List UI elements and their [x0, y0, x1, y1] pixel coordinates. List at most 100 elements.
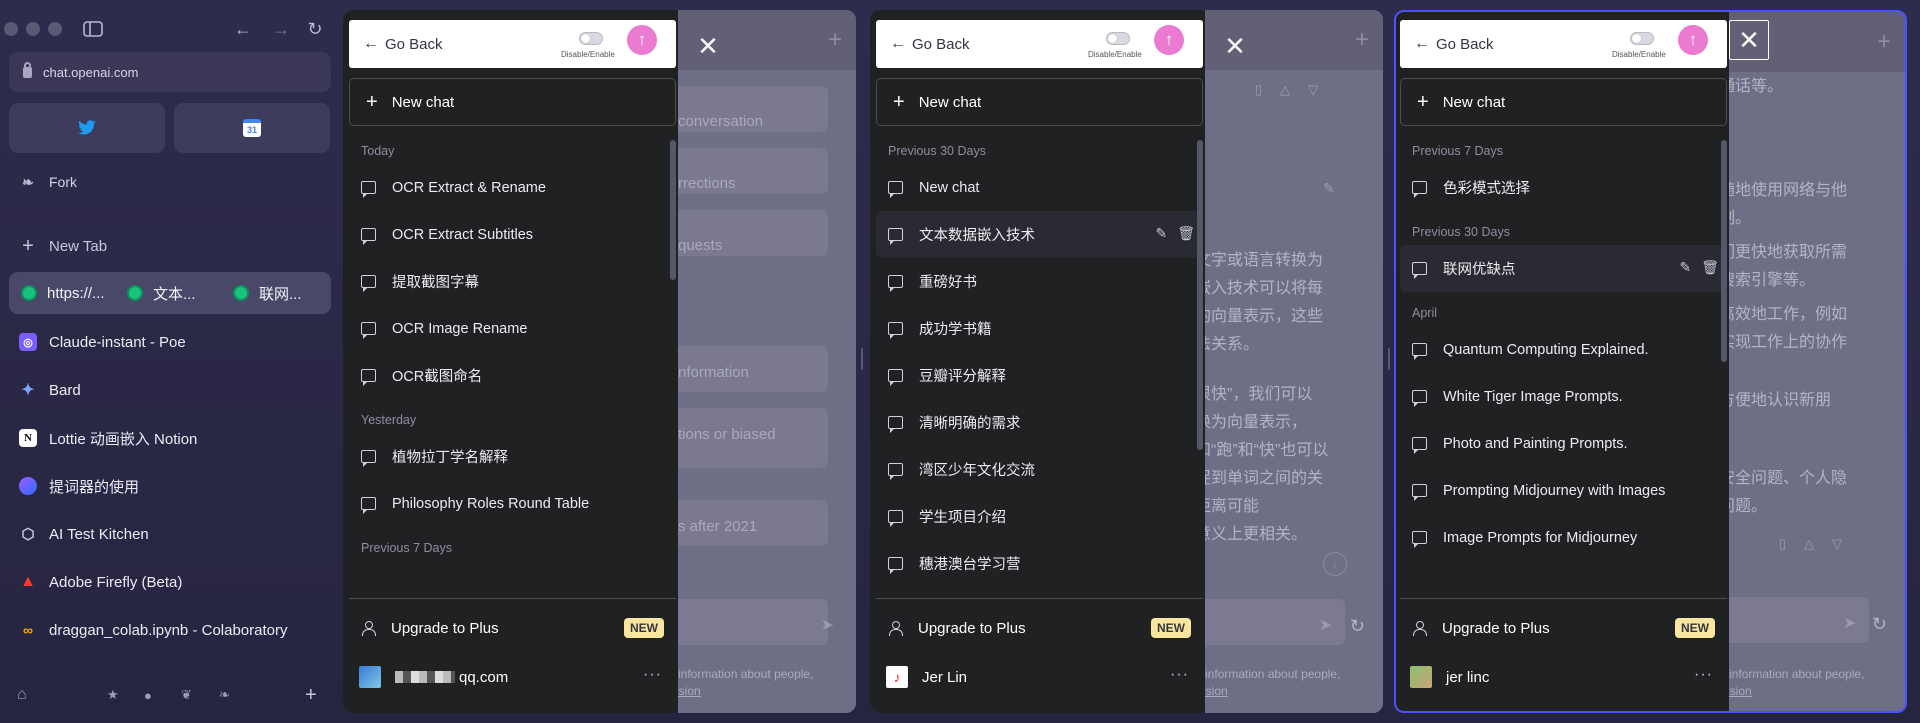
regenerate-icon[interactable]: ↻: [1872, 614, 1887, 635]
tab-draggan-colab[interactable]: ∞ draggan_colab.ipynb - Colaboratory: [9, 610, 331, 650]
send-icon[interactable]: ➤: [1319, 615, 1332, 635]
user-menu[interactable]: qq.com ···: [349, 654, 676, 700]
favorite-twitter[interactable]: [9, 103, 165, 153]
star-icon[interactable]: ★: [107, 687, 119, 703]
new-chat-button[interactable]: + New chat: [876, 78, 1203, 126]
fork-item[interactable]: ❧ Fork: [9, 162, 331, 202]
zoom-window-button[interactable]: [48, 22, 62, 36]
scroll-down-icon[interactable]: ↓: [1323, 552, 1347, 576]
reload-icon[interactable]: ↻: [302, 16, 328, 42]
extension-icon[interactable]: ↑: [1154, 25, 1184, 55]
conversation-item[interactable]: 成功学书籍: [876, 305, 1203, 352]
bg-text: e information about people,: [1195, 667, 1341, 681]
more-icon[interactable]: ···: [643, 666, 662, 684]
message-input[interactable]: [668, 599, 828, 645]
space-icon[interactable]: ●: [144, 688, 152, 703]
tab-prompter[interactable]: 提词器的使用: [9, 466, 331, 506]
new-tab-button[interactable]: + New Tab: [9, 226, 331, 266]
url-bar[interactable]: chat.openai.com: [9, 52, 331, 92]
conversation-item[interactable]: 学生项目介绍: [876, 493, 1203, 540]
edit-icon[interactable]: ✎: [1155, 225, 1167, 242]
conversation-item[interactable]: 穗港澳台学习营: [876, 540, 1203, 587]
close-icon[interactable]: ✕: [688, 26, 728, 66]
enable-toggle[interactable]: [1106, 32, 1130, 45]
more-icon[interactable]: ···: [1694, 666, 1713, 684]
extension-icon[interactable]: ↑: [627, 25, 657, 55]
more-icon[interactable]: ···: [1170, 666, 1189, 684]
edit-icon[interactable]: ✎: [1679, 259, 1691, 276]
scrollbar[interactable]: [1721, 140, 1727, 362]
leaf-icon[interactable]: ❧: [219, 687, 230, 703]
new-chat-button[interactable]: + New chat: [1400, 78, 1727, 126]
sidebar-toggle-icon[interactable]: [80, 16, 106, 42]
chat-bubble-icon: [888, 510, 903, 527]
archive-icon[interactable]: ⌂: [17, 686, 27, 704]
conversation-item[interactable]: Philosophy Roles Round Table: [349, 480, 676, 527]
plus-icon[interactable]: +: [305, 684, 317, 707]
send-icon[interactable]: ➤: [1843, 613, 1856, 633]
close-window-button[interactable]: [4, 22, 18, 36]
conversation-item[interactable]: Photo and Painting Prompts.: [1400, 420, 1727, 467]
plus-icon[interactable]: +: [1355, 26, 1369, 54]
split-resize-handle[interactable]: [1388, 348, 1390, 370]
split-tab-group[interactable]: https://... 文本... 联网...: [9, 272, 331, 314]
enable-toggle[interactable]: [579, 32, 603, 45]
plus-icon[interactable]: +: [1877, 28, 1891, 56]
conversation-item[interactable]: OCR Extract Subtitles: [349, 211, 676, 258]
extension-icon[interactable]: ↑: [1678, 25, 1708, 55]
conversation-item[interactable]: 提取截图字幕: [349, 258, 676, 305]
user-menu[interactable]: ♪ Jer Lin ···: [876, 654, 1203, 700]
conversation-item[interactable]: Quantum Computing Explained.: [1400, 326, 1727, 373]
space-icon[interactable]: ❦: [181, 687, 192, 703]
conversation-item[interactable]: OCR截图命名: [349, 352, 676, 399]
send-icon[interactable]: ➤: [821, 615, 834, 635]
scrollbar[interactable]: [670, 140, 676, 280]
conversation-item[interactable]: 色彩模式选择: [1400, 164, 1727, 211]
user-menu[interactable]: jer linc ···: [1400, 654, 1727, 700]
conversation-item[interactable]: New chat: [876, 164, 1203, 211]
trash-icon[interactable]: 🗑: [1177, 225, 1195, 242]
regenerate-icon[interactable]: ↻: [1350, 616, 1365, 637]
trash-icon[interactable]: 🗑: [1701, 259, 1719, 276]
message-actions[interactable]: ▯△▽: [1255, 82, 1336, 98]
close-icon[interactable]: ✕: [1729, 20, 1769, 60]
tab-adobe-firefly[interactable]: ▲ Adobe Firefly (Beta): [9, 562, 331, 602]
forward-arrow-icon[interactable]: →: [268, 16, 294, 42]
minimize-window-button[interactable]: [26, 22, 40, 36]
enable-toggle[interactable]: [1630, 32, 1654, 45]
tab-bard[interactable]: ✦ Bard: [9, 370, 331, 410]
conversation-item-selected[interactable]: 文本数据嵌入技术 ✎ 🗑: [876, 211, 1203, 258]
conversation-item[interactable]: Prompting Midjourney with Images: [1400, 467, 1727, 514]
conversation-item[interactable]: OCR Extract & Rename: [349, 164, 676, 211]
bg-text: e information about people,: [1719, 667, 1865, 681]
conversation-item[interactable]: 湾区少年文化交流: [876, 446, 1203, 493]
new-chat-button[interactable]: + New chat: [349, 78, 676, 126]
conversation-item[interactable]: 重磅好书: [876, 258, 1203, 305]
conversation-item-selected[interactable]: 联网优缺点 ✎ 🗑: [1400, 245, 1727, 292]
back-arrow-icon[interactable]: ←: [230, 16, 256, 42]
split-resize-handle[interactable]: [861, 348, 863, 370]
tab-lottie-notion[interactable]: N Lottie 动画嵌入 Notion: [9, 418, 331, 458]
conversation-item[interactable]: 豆瓣评分解释: [876, 352, 1203, 399]
upgrade-button[interactable]: Upgrade to Plus NEW: [349, 608, 676, 648]
message-actions[interactable]: ▯△▽: [1779, 536, 1860, 552]
conversation-item[interactable]: White Tiger Image Prompts.: [1400, 373, 1727, 420]
edit-icon[interactable]: ✎: [1323, 180, 1335, 197]
plus-icon[interactable]: +: [828, 26, 842, 54]
scrollbar[interactable]: [1197, 140, 1203, 450]
conversation-item[interactable]: OCR Image Rename: [349, 305, 676, 352]
upgrade-button[interactable]: Upgrade to Plus NEW: [1400, 608, 1727, 648]
conversation-item[interactable]: 清晰明确的需求: [876, 399, 1203, 446]
conversation-item[interactable]: Image Prompts for Midjourney: [1400, 514, 1727, 561]
conversation-item[interactable]: 植物拉丁学名解释: [349, 433, 676, 480]
tab-claude-instant[interactable]: ◎ Claude-instant - Poe: [9, 322, 331, 362]
upgrade-button[interactable]: Upgrade to Plus NEW: [876, 608, 1203, 648]
tab-ai-test-kitchen[interactable]: ⬡ AI Test Kitchen: [9, 514, 331, 554]
new-badge: NEW: [1675, 618, 1715, 638]
split-tab-2[interactable]: 文本...: [119, 276, 221, 310]
split-tab-1[interactable]: https://...: [13, 276, 115, 310]
split-tab-3[interactable]: 联网...: [225, 276, 327, 310]
close-icon[interactable]: ✕: [1215, 26, 1255, 66]
favorite-calendar[interactable]: 31: [174, 103, 330, 153]
chat-bubble-icon: [888, 463, 903, 480]
